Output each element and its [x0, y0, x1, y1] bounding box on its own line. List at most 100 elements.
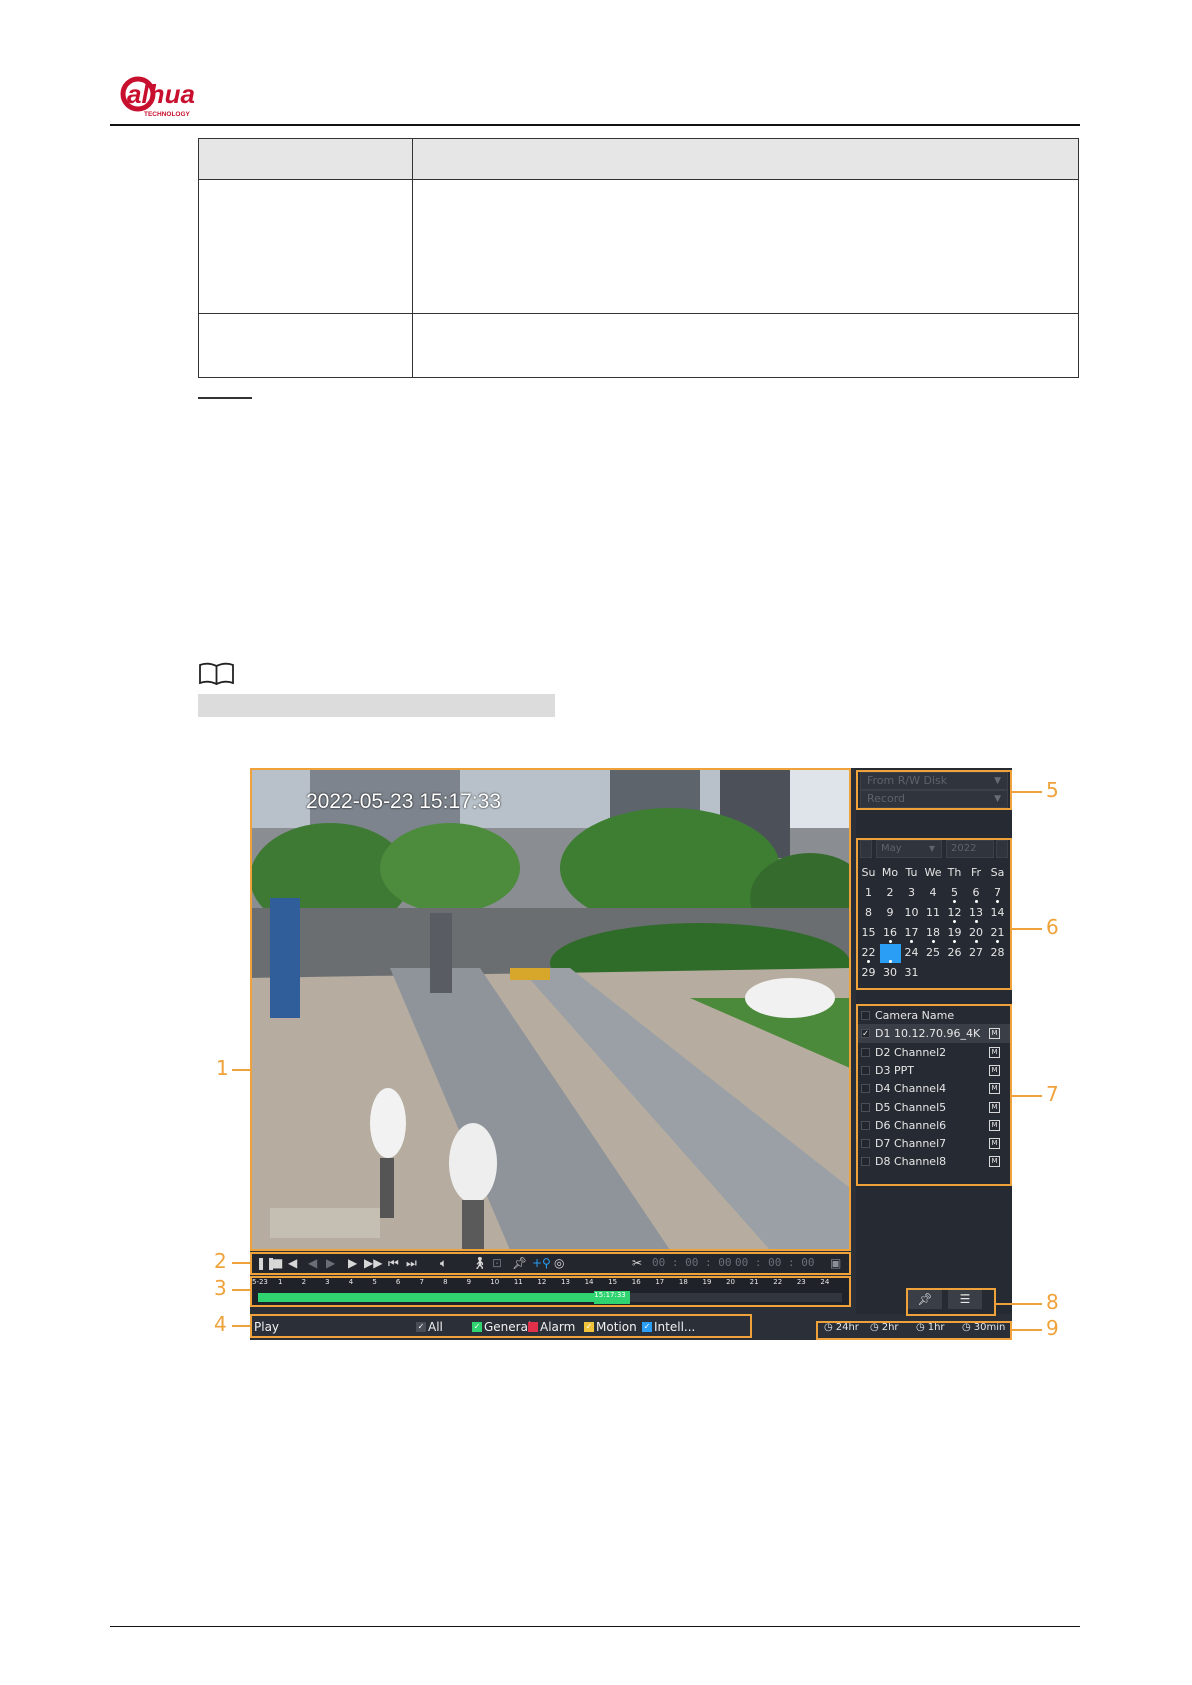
stop-icon[interactable]: ■ — [272, 1256, 283, 1270]
previous-day-icon[interactable]: ⏮ — [388, 1256, 399, 1270]
add-tag-icon[interactable]: +⚲ — [532, 1256, 551, 1270]
clip-end-time[interactable]: 00 : 00 : 00 — [735, 1256, 814, 1269]
video-window[interactable]: 2022-05-23 15:17:33 — [250, 768, 850, 1250]
calendar-day[interactable]: 9 — [880, 904, 901, 923]
smart-search-icon[interactable]: 🚶︎ — [472, 1256, 487, 1270]
camera-row[interactable]: D5 Channel5 M — [858, 1098, 1010, 1117]
camera-row[interactable]: D3 PPT M — [858, 1061, 1010, 1080]
calendar-day[interactable]: 8 — [858, 904, 879, 923]
tag-icon[interactable]: 📌︎ — [512, 1256, 527, 1270]
camera-row[interactable]: D4 Channel4 M — [858, 1079, 1010, 1098]
calendar-day[interactable]: 2 — [880, 884, 901, 903]
clip-icon[interactable]: ✂ — [632, 1256, 642, 1270]
record-filter-alarm[interactable]: Alarm — [528, 1320, 575, 1334]
chevron-down-icon: ▼ — [928, 844, 935, 853]
calendar-day[interactable]: 7 — [987, 884, 1008, 903]
camera-checkbox[interactable]: ✓ — [861, 1029, 870, 1039]
record-filter-all[interactable]: ✓ All — [416, 1320, 443, 1334]
camera-checkbox[interactable] — [861, 1157, 870, 1167]
calendar-day[interactable]: 4 — [923, 884, 944, 903]
save-icon[interactable]: ▣ — [830, 1256, 841, 1270]
calendar-day[interactable]: 29 — [858, 964, 879, 983]
time-scale-2hr[interactable]: ◷ 2hr — [870, 1320, 899, 1335]
camera-checkbox[interactable] — [861, 1139, 870, 1149]
record-filter-intell[interactable]: ✓ Intell... — [642, 1320, 695, 1334]
main-stream-badge[interactable]: M — [989, 1083, 1000, 1095]
prev-month-button[interactable] — [860, 840, 872, 858]
main-stream-badge[interactable]: M — [989, 1119, 1000, 1131]
calendar-day[interactable]: 1 — [858, 884, 879, 903]
fisheye-icon[interactable]: ⊡ — [492, 1256, 502, 1270]
main-stream-badge[interactable]: M — [989, 1028, 1000, 1040]
camera-checkbox[interactable] — [861, 1047, 870, 1057]
step-back-icon[interactable]: ◀ — [308, 1256, 317, 1270]
calendar-day[interactable]: 5 — [944, 884, 965, 903]
record-type-select[interactable]: Record ▼ — [860, 790, 1008, 808]
calendar-day[interactable]: 28 — [987, 944, 1008, 963]
camera-row[interactable]: D8 Channel8 M — [858, 1152, 1010, 1171]
camera-row[interactable]: D2 Channel2 M — [858, 1043, 1010, 1062]
calendar-day[interactable]: 25 — [923, 944, 944, 963]
note-underline — [198, 397, 252, 399]
calendar-day[interactable]: 22 — [858, 944, 879, 963]
record-filter-general[interactable]: ✓ General — [472, 1320, 531, 1334]
calendar-day[interactable]: 27 — [966, 944, 987, 963]
camera-row[interactable]: D7 Channel7 M — [858, 1134, 1010, 1153]
time-scale-24hr[interactable]: ◷ 24hr — [824, 1320, 859, 1335]
record-filter-motion[interactable]: ✓ Motion — [584, 1320, 637, 1334]
volume-icon[interactable]: 🔈︎ — [440, 1256, 447, 1270]
playback-control-bar: ❚❚ ■ ◀ ◀ ▶ ▶ ▶▶ ⏮ ⏭ 🔈︎ 🚶︎ ⊡ 📌︎ +⚲ ◎ ✂ 00… — [250, 1252, 850, 1274]
camera-checkbox[interactable] — [861, 1102, 870, 1112]
calendar-day[interactable]: 21 — [987, 924, 1008, 943]
main-stream-badge[interactable]: M — [989, 1156, 1000, 1168]
file-list-button[interactable]: ☰ — [948, 1289, 982, 1309]
calendar-day[interactable]: 6 — [966, 884, 987, 903]
calendar-day[interactable]: 20 — [966, 924, 987, 943]
calendar-day[interactable]: 26 — [944, 944, 965, 963]
calendar-day[interactable]: 31 — [901, 964, 922, 983]
camera-row[interactable]: ✓ D1 10.12.70.96_4K M — [858, 1024, 1010, 1044]
calendar-day[interactable]: 16 — [880, 924, 901, 943]
calendar-day[interactable]: 17 — [901, 924, 922, 943]
time-bar[interactable]: 5-23 1 2 3 4 5 6 7 8 9 10 11 12 13 14 15 16 17 18 19 20 21 22… — [250, 1276, 850, 1306]
calendar-day[interactable]: 14 — [987, 904, 1008, 923]
calendar-day[interactable]: 3 — [901, 884, 922, 903]
calendar-day[interactable]: 15 — [858, 924, 879, 943]
fast-icon[interactable]: ▶▶ — [364, 1256, 382, 1270]
time-scale-1hr[interactable]: ◷ 1hr — [916, 1320, 945, 1335]
camera-checkbox[interactable] — [861, 1120, 870, 1130]
camera-checkbox[interactable] — [861, 1065, 870, 1075]
next-day-icon[interactable]: ⏭ — [406, 1256, 417, 1270]
tag-search-button[interactable]: 📌︎ — [908, 1289, 942, 1309]
source-select[interactable]: From R/W Disk ▼ — [860, 772, 1008, 790]
time-scale-30min[interactable]: ◷ 30min — [962, 1320, 1005, 1335]
play-backward-icon[interactable]: ◀ — [288, 1256, 297, 1270]
slow-icon[interactable]: ▶ — [348, 1256, 357, 1270]
select-all-checkbox[interactable] — [861, 1011, 870, 1020]
main-stream-badge[interactable]: M — [989, 1046, 1000, 1058]
calendar-day[interactable]: 30 — [880, 964, 901, 983]
main-stream-badge[interactable]: M — [989, 1138, 1000, 1150]
camera-row[interactable]: D6 Channel6 M — [858, 1116, 1010, 1135]
dahua-logo: alhua TECHNOLOGY — [120, 76, 195, 118]
table-header-cell — [412, 138, 1079, 180]
main-stream-badge[interactable]: M — [989, 1101, 1000, 1113]
year-field[interactable]: 2022 — [946, 840, 994, 858]
month-select[interactable]: May ▼ — [876, 840, 942, 858]
calendar-day[interactable]: 11 — [923, 904, 944, 923]
calendar-day[interactable]: 19 — [944, 924, 965, 943]
timeline-track[interactable]: 15:17:33 — [258, 1291, 842, 1304]
calendar-day[interactable] — [879, 944, 901, 963]
calendar-day[interactable]: 18 — [923, 924, 944, 943]
snapshot-icon[interactable]: ◎ — [554, 1256, 564, 1270]
next-month-button[interactable] — [996, 840, 1008, 858]
calendar-day[interactable]: 24 — [901, 944, 922, 963]
calendar-day[interactable]: 12 — [944, 904, 965, 923]
clip-start-time[interactable]: 00 : 00 : 00 — [652, 1256, 731, 1269]
panel-action-buttons: 📌︎ ☰ — [904, 1286, 988, 1312]
camera-checkbox[interactable] — [861, 1084, 870, 1094]
step-forward-icon[interactable]: ▶ — [326, 1256, 335, 1270]
calendar-day[interactable]: 10 — [901, 904, 922, 923]
calendar-day[interactable]: 13 — [966, 904, 987, 923]
main-stream-badge[interactable]: M — [989, 1064, 1000, 1076]
